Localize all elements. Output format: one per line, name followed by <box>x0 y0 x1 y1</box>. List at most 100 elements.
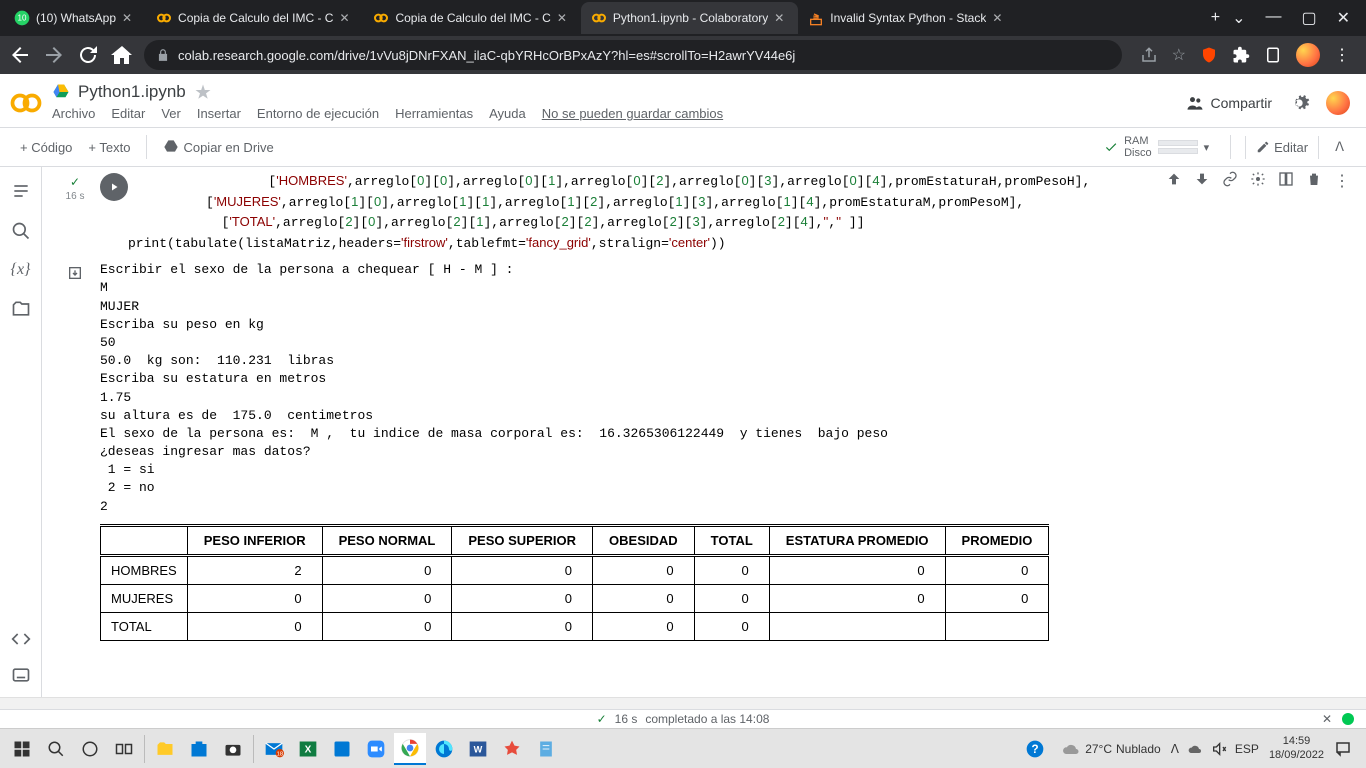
close-window-button[interactable]: ✕ <box>1337 8 1350 28</box>
reload-button[interactable] <box>76 43 100 67</box>
volume-icon[interactable] <box>1211 741 1227 757</box>
edge-button[interactable] <box>428 733 460 765</box>
move-up-icon[interactable] <box>1166 171 1182 187</box>
table-cell: 0 <box>593 612 695 640</box>
tray-expand-icon[interactable]: ᐱ <box>1171 742 1179 756</box>
mail-button[interactable]: 18 <box>258 733 290 765</box>
delete-icon[interactable] <box>1306 171 1322 187</box>
word-button[interactable]: W <box>462 733 494 765</box>
menu-insertar[interactable]: Insertar <box>197 106 241 121</box>
menu-editar[interactable]: Editar <box>111 106 145 121</box>
bookmark-icon[interactable]: ☆ <box>1172 45 1186 65</box>
clock[interactable]: 14:59 18/09/2022 <box>1269 735 1324 761</box>
start-button[interactable] <box>6 733 38 765</box>
cell-settings-icon[interactable] <box>1250 171 1266 187</box>
menu-icon[interactable]: ⋮ <box>1334 45 1350 65</box>
terminal-icon[interactable] <box>11 665 31 685</box>
status-close-icon[interactable]: ✕ <box>1322 712 1332 726</box>
task-view-button[interactable] <box>108 733 140 765</box>
settings-icon[interactable] <box>1288 92 1310 114</box>
file-explorer-button[interactable] <box>149 733 181 765</box>
address-bar[interactable]: colab.research.google.com/drive/1vVu8jDN… <box>144 40 1122 70</box>
tab-colab-active[interactable]: Python1.ipynb - Colaboratory ✕ <box>581 2 798 34</box>
separator <box>144 735 145 763</box>
horizontal-scrollbar[interactable] <box>0 697 1366 709</box>
code-snippets-icon[interactable] <box>11 629 31 649</box>
output-collapse-icon[interactable] <box>67 265 83 281</box>
menu-ayuda[interactable]: Ayuda <box>489 106 526 121</box>
menu-herramientas[interactable]: Herramientas <box>395 106 473 121</box>
app-button[interactable] <box>496 733 528 765</box>
share-icon[interactable] <box>1140 46 1158 64</box>
search-button[interactable] <box>40 733 72 765</box>
zoom-button[interactable] <box>360 733 392 765</box>
maximize-button[interactable]: ▢ <box>1301 8 1316 28</box>
chrome-button[interactable] <box>394 733 426 765</box>
run-cell-button[interactable] <box>100 173 128 201</box>
check-icon <box>1104 140 1118 154</box>
profile-avatar[interactable] <box>1296 43 1320 67</box>
add-text-button[interactable]: + Texto <box>80 136 138 159</box>
close-icon[interactable]: ✕ <box>557 11 571 25</box>
expand-button[interactable]: ᐱ <box>1325 135 1354 159</box>
notifications-icon[interactable] <box>1334 740 1352 758</box>
forward-button[interactable] <box>42 43 66 67</box>
close-icon[interactable]: ✕ <box>992 11 1006 25</box>
toc-icon[interactable] <box>11 181 31 201</box>
microsoft-store-button[interactable] <box>183 733 215 765</box>
menu-ver[interactable]: Ver <box>161 106 181 121</box>
resource-indicator[interactable]: RAM Disco ▾ <box>1097 132 1216 162</box>
search-icon[interactable] <box>11 221 31 241</box>
table-cell: HOMBRES <box>101 555 188 584</box>
menu-archivo[interactable]: Archivo <box>52 106 95 121</box>
menu-entorno[interactable]: Entorno de ejecución <box>257 106 379 121</box>
tab-whatsapp[interactable]: 10 (10) WhatsApp ✕ <box>4 2 146 34</box>
code-editor[interactable]: ['HOMBRES',arreglo[0][0],arreglo[0][1],a… <box>128 171 1166 253</box>
cell-toolbar: ⋮ <box>1166 171 1358 253</box>
exec-time: 16 s <box>66 191 85 202</box>
mirror-icon[interactable] <box>1278 171 1294 187</box>
close-icon[interactable]: ✕ <box>339 11 353 25</box>
add-code-button[interactable]: + Código <box>12 136 80 159</box>
tab-stackoverflow[interactable]: Invalid Syntax Python - Stack ✕ <box>798 2 1016 34</box>
document-title[interactable]: Python1.ipynb <box>78 82 186 102</box>
separator <box>253 735 254 763</box>
new-tab-button[interactable]: + <box>1211 9 1220 27</box>
back-button[interactable] <box>8 43 32 67</box>
edit-mode-button[interactable]: Editar <box>1245 136 1319 159</box>
onedrive-icon[interactable] <box>1187 741 1203 757</box>
notebook-area[interactable]: ✓ 16 s ['HOMBRES',arreglo[0][0],arreglo[… <box>42 167 1366 697</box>
excel-button[interactable]: X <box>292 733 324 765</box>
table-cell: 0 <box>452 555 593 584</box>
notepad-button[interactable] <box>530 733 562 765</box>
weather-widget[interactable]: 27°C Nublado <box>1061 739 1161 759</box>
files-icon[interactable] <box>11 299 31 319</box>
tab-colab-2[interactable]: Copia de Calculo del IMC - C ✕ <box>363 2 580 34</box>
close-icon[interactable]: ✕ <box>122 11 136 25</box>
move-down-icon[interactable] <box>1194 171 1210 187</box>
code-cell: ✓ 16 s ['HOMBRES',arreglo[0][0],arreglo[… <box>50 171 1358 253</box>
home-button[interactable] <box>110 43 134 67</box>
status-dot-icon <box>1342 713 1354 725</box>
tab-colab-1[interactable]: Copia de Calculo del IMC - C ✕ <box>146 2 363 34</box>
star-icon[interactable] <box>194 83 212 101</box>
link-icon[interactable] <box>1222 171 1238 187</box>
close-icon[interactable]: ✕ <box>774 11 788 25</box>
copy-to-drive-button[interactable]: Copiar en Drive <box>155 135 281 159</box>
minimize-button[interactable]: — <box>1265 8 1281 28</box>
language-indicator[interactable]: ESP <box>1235 742 1259 756</box>
save-warning[interactable]: No se pueden guardar cambios <box>542 106 723 121</box>
brave-shield-icon[interactable] <box>1200 46 1218 64</box>
tab-overflow-icon[interactable]: ⌄ <box>1232 8 1245 28</box>
colab-logo[interactable] <box>8 85 44 121</box>
reader-icon[interactable] <box>1264 46 1282 64</box>
share-button[interactable]: Compartir <box>1185 93 1272 113</box>
variables-icon[interactable]: {x} <box>11 261 31 279</box>
help-button[interactable]: ? <box>1019 733 1051 765</box>
user-avatar[interactable] <box>1326 91 1350 115</box>
cortana-button[interactable] <box>74 733 106 765</box>
camera-button[interactable] <box>217 733 249 765</box>
more-icon[interactable]: ⋮ <box>1334 171 1350 253</box>
extensions-icon[interactable] <box>1232 46 1250 64</box>
portal-button[interactable] <box>326 733 358 765</box>
